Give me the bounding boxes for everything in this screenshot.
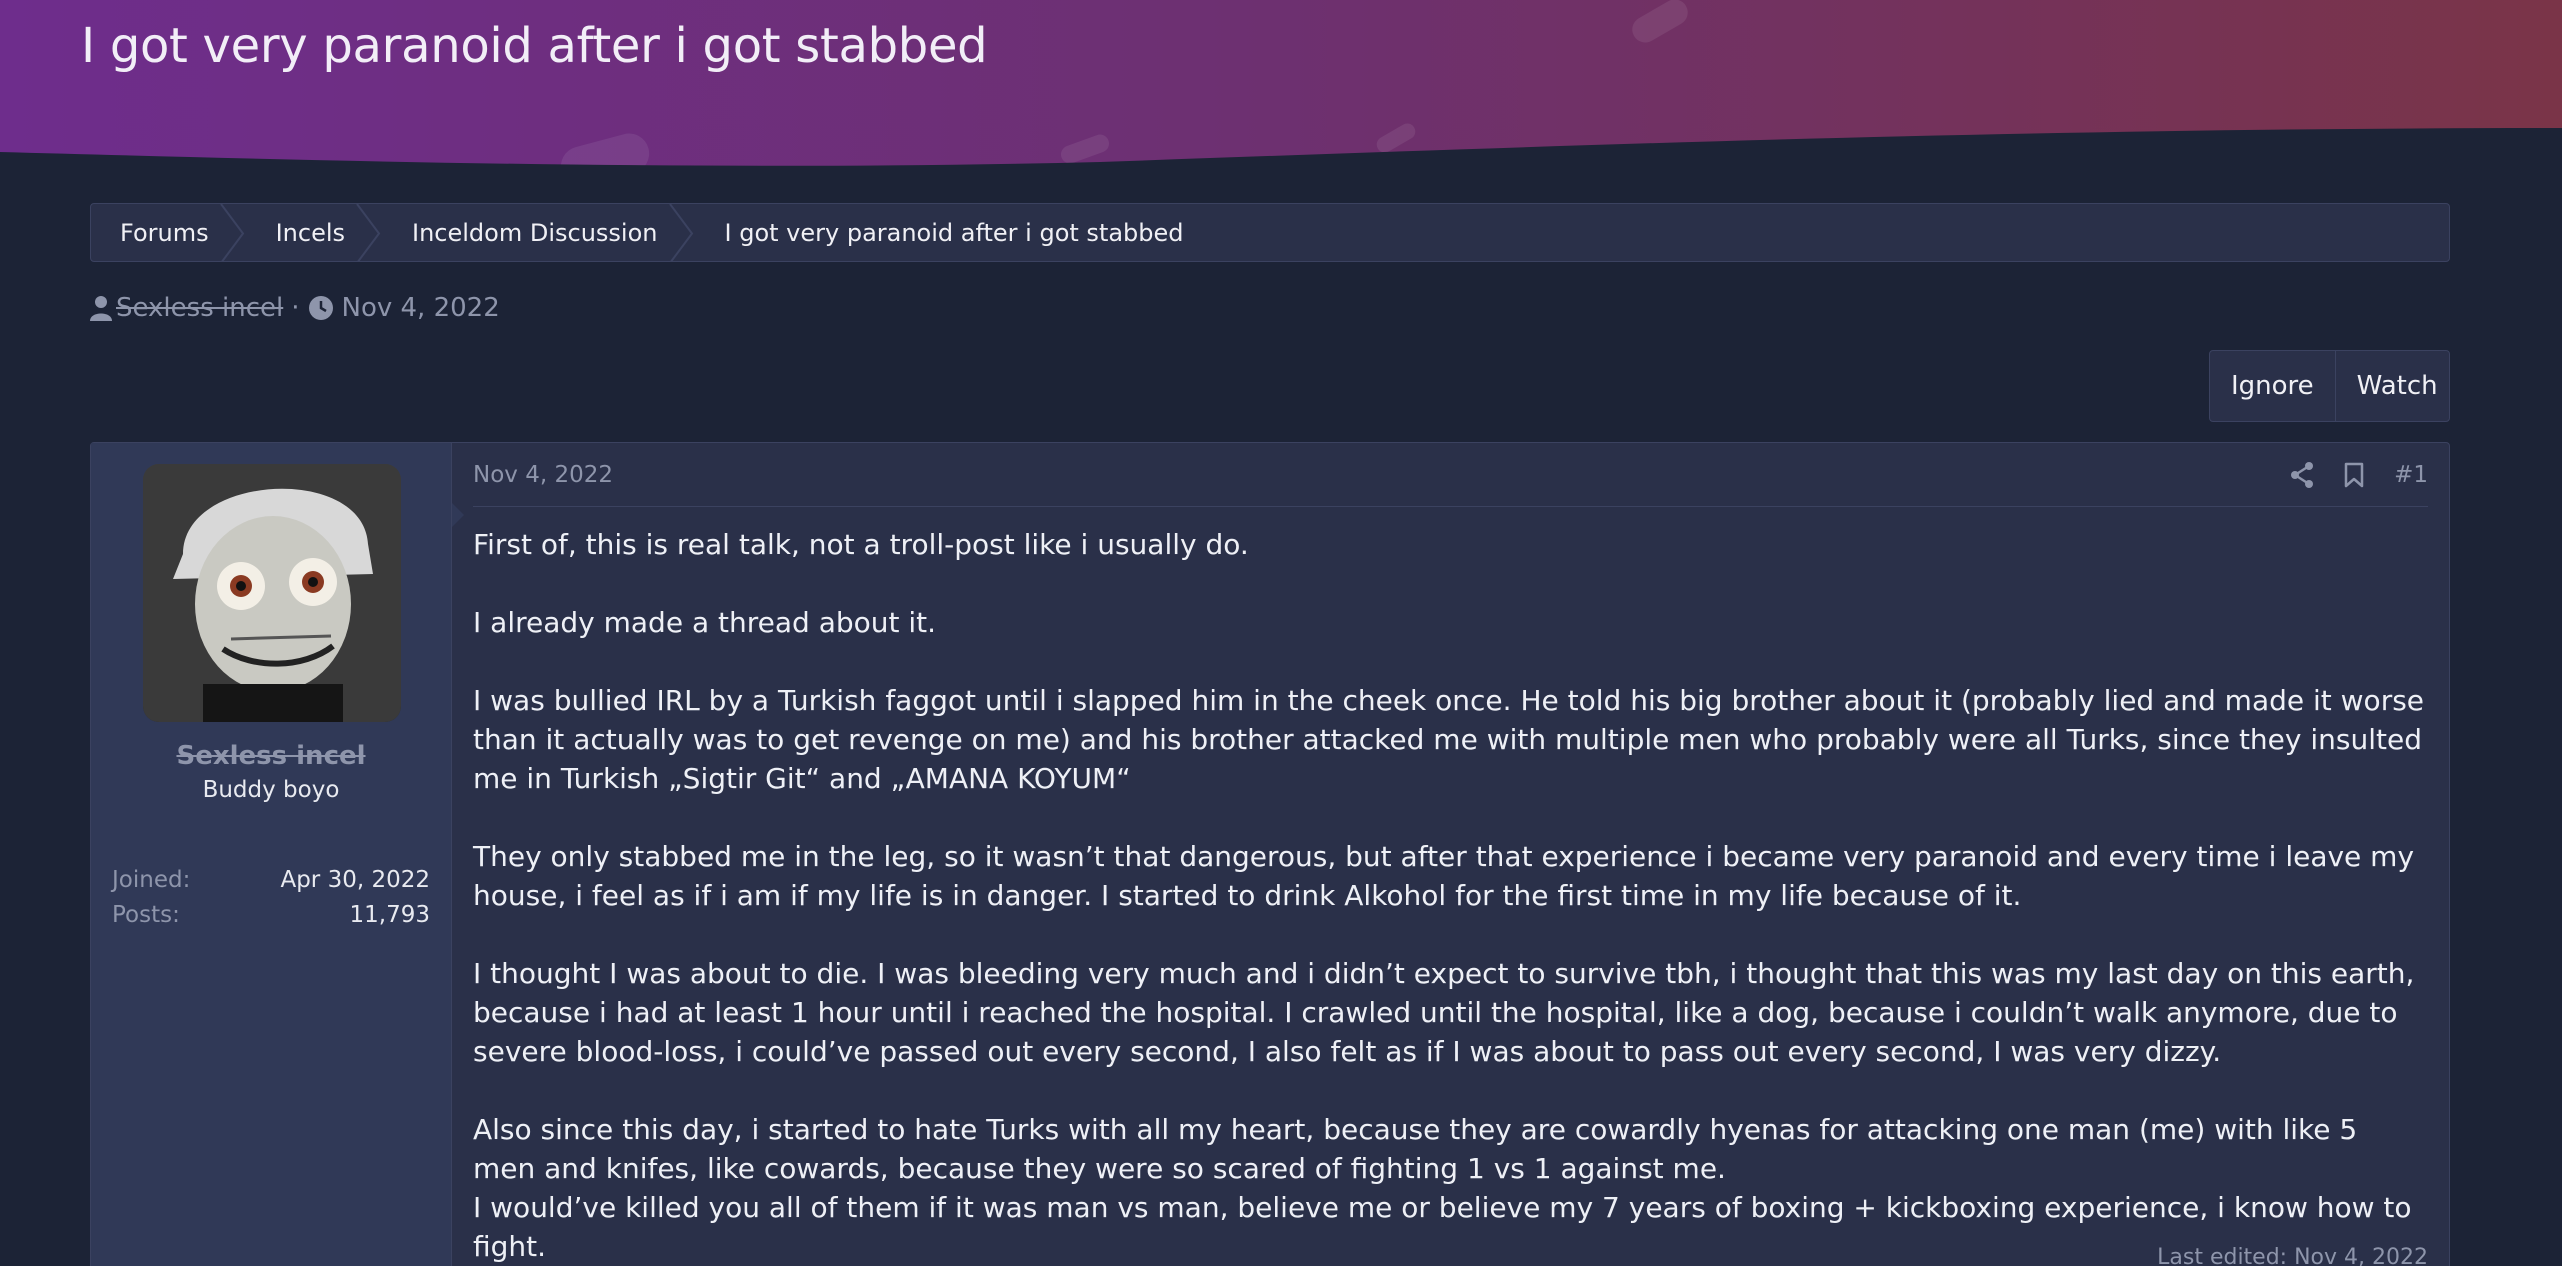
banner-decoration bbox=[1058, 132, 1111, 166]
post: Sexless incel Buddy boyo Joined: Apr 30,… bbox=[90, 442, 2450, 1266]
stat-value: Apr 30, 2022 bbox=[280, 867, 430, 893]
thread-actions: Ignore Watch bbox=[2209, 350, 2450, 422]
meta-separator: · bbox=[291, 293, 300, 323]
thread-date-link[interactable]: Nov 4, 2022 bbox=[342, 293, 500, 323]
post-number-link[interactable]: #1 bbox=[2394, 462, 2428, 488]
banner-decoration bbox=[1374, 121, 1418, 156]
share-icon[interactable] bbox=[2290, 461, 2314, 488]
breadcrumb: Forums Incels Inceldom Discussion I got … bbox=[90, 203, 2450, 262]
page-title: I got very paranoid after i got stabbed bbox=[81, 18, 988, 74]
stat-label: Posts: bbox=[112, 902, 180, 928]
post-paragraph: They only stabbed me in the leg, so it w… bbox=[473, 840, 2415, 912]
breadcrumb-item-inceldom-discussion[interactable]: Inceldom Discussion bbox=[383, 204, 695, 261]
chevron-right-icon bbox=[355, 204, 385, 261]
poster-name[interactable]: Sexless incel bbox=[91, 741, 451, 771]
chevron-right-icon bbox=[668, 204, 698, 261]
post-main: Nov 4, 2022 #1 First of, this is real ta… bbox=[452, 443, 2449, 1266]
post-paragraph: I thought I was about to die. I was blee… bbox=[473, 957, 2415, 1068]
post-user-panel: Sexless incel Buddy boyo Joined: Apr 30,… bbox=[91, 443, 452, 1266]
stat-label: Joined: bbox=[112, 867, 191, 893]
thread-author-link[interactable]: Sexless incel bbox=[116, 293, 283, 323]
post-paragraph: I would’ve killed you all of them if it … bbox=[473, 1191, 2412, 1263]
post-paragraph: First of, this is real talk, not a troll… bbox=[473, 528, 1249, 561]
post-tools: #1 bbox=[2290, 461, 2428, 488]
post-paragraph: I already made a thread about it. bbox=[473, 606, 937, 639]
user-icon bbox=[90, 295, 112, 321]
avatar[interactable] bbox=[143, 464, 401, 722]
post-paragraph: I was bullied IRL by a Turkish faggot un… bbox=[473, 684, 2425, 795]
breadcrumb-label: Inceldom Discussion bbox=[412, 218, 658, 247]
stat-posts: Posts: 11,793 bbox=[112, 898, 430, 933]
breadcrumb-label: Forums bbox=[120, 218, 209, 247]
breadcrumb-item-incels[interactable]: Incels bbox=[247, 204, 383, 261]
breadcrumb-item-forums[interactable]: Forums bbox=[91, 204, 247, 261]
breadcrumb-item-current-thread[interactable]: I got very paranoid after i got stabbed bbox=[696, 204, 1222, 261]
poster-user-title: Buddy boyo bbox=[202, 777, 340, 803]
last-edited: Last edited: Nov 4, 2022 bbox=[2157, 1245, 2428, 1266]
breadcrumb-label: Incels bbox=[275, 218, 346, 247]
poster-stats: Joined: Apr 30, 2022 Posts: 11,793 bbox=[112, 863, 430, 933]
banner-decoration bbox=[556, 129, 653, 191]
bookmark-icon[interactable] bbox=[2344, 462, 2364, 488]
stat-joined: Joined: Apr 30, 2022 bbox=[112, 863, 430, 898]
clock-icon bbox=[308, 295, 334, 321]
banner-decoration bbox=[1628, 0, 1693, 47]
post-date-link[interactable]: Nov 4, 2022 bbox=[473, 462, 613, 488]
post-paragraph: Also since this day, i started to hate T… bbox=[473, 1113, 2358, 1185]
stat-value: 11,793 bbox=[349, 902, 430, 928]
ignore-button[interactable]: Ignore bbox=[2210, 351, 2335, 421]
thread-meta: Sexless incel · Nov 4, 2022 bbox=[90, 293, 500, 323]
breadcrumb-label: I got very paranoid after i got stabbed bbox=[724, 218, 1184, 247]
watch-button[interactable]: Watch bbox=[2334, 351, 2459, 421]
chevron-right-icon bbox=[219, 204, 249, 261]
post-header: Nov 4, 2022 #1 bbox=[473, 443, 2428, 507]
post-body: First of, this is real talk, not a troll… bbox=[473, 507, 2428, 1266]
